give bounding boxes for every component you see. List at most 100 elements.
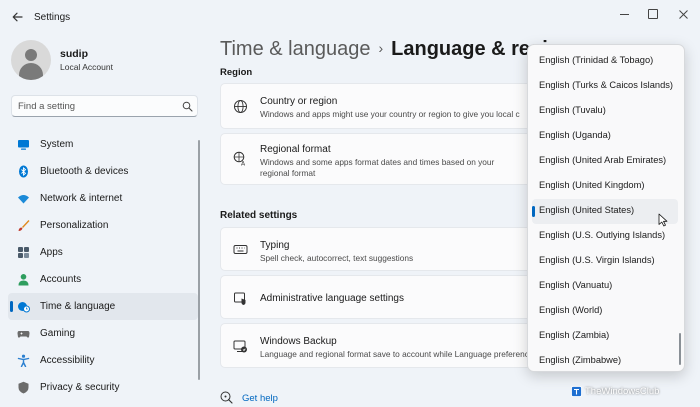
option-label: English (Vanuatu) [539, 280, 613, 290]
dropdown-option[interactable]: English (U.S. Virgin Islands) [532, 249, 678, 274]
breadcrumb-parent[interactable]: Time & language [220, 38, 370, 60]
apps-icon [18, 247, 29, 258]
card-description: Spell check, autocorrect, text suggestio… [260, 253, 414, 263]
admin-language-card[interactable]: Administrative language settings [220, 275, 540, 319]
back-arrow-icon [12, 12, 23, 22]
dropdown-option[interactable]: English (U.S. Outlying Islands) [532, 224, 678, 249]
search-icon [182, 101, 193, 112]
dropdown-option-selected[interactable]: English (United States) [532, 199, 678, 224]
watermark: TheWindowsClub [571, 383, 659, 399]
sidebar-item-label: Network & internet [40, 193, 123, 204]
backup-icon [233, 340, 247, 353]
sidebar-scrollbar[interactable] [198, 140, 200, 380]
help-chat-icon [220, 391, 233, 404]
search-input[interactable] [18, 99, 178, 113]
card-description: Language and regional format save to acc… [260, 349, 529, 359]
sidebar-item-accessibility[interactable]: Accessibility [8, 347, 198, 374]
avatar-shoulders [19, 63, 43, 80]
card-title: Administrative language settings [260, 293, 404, 304]
app-title: Settings [34, 12, 71, 23]
dropdown-option[interactable]: English (Uganda) [532, 124, 678, 149]
avatar-head [25, 49, 37, 61]
option-label: English (Turks & Caicos Islands) [539, 80, 673, 90]
card-title: Country or region [260, 96, 338, 107]
windows-backup-card[interactable]: Windows Backup Language and regional for… [220, 323, 540, 368]
dropdown-option[interactable]: English (World) [532, 299, 678, 324]
sidebar-item-personalization[interactable]: Personalization [8, 212, 198, 239]
country-region-card[interactable]: Country or region Windows and apps might… [220, 83, 540, 129]
option-label: English (United States) [539, 205, 635, 215]
shield-icon [18, 381, 29, 394]
watermark-logo-icon [571, 385, 582, 397]
sidebar-item-gaming[interactable]: Gaming [8, 320, 198, 347]
bluetooth-icon [19, 165, 28, 178]
close-icon [678, 9, 688, 19]
dropdown-option[interactable]: English (Vanuatu) [532, 274, 678, 299]
search-box[interactable] [11, 95, 198, 117]
sidebar-item-label: Gaming [40, 328, 76, 339]
card-title: Windows Backup [260, 336, 337, 347]
get-help-label: Get help [242, 393, 278, 404]
account-type: Local Account [60, 62, 113, 72]
dropdown-scrollbar[interactable] [679, 333, 681, 365]
minimize-button[interactable] [612, 6, 636, 22]
svg-text:A: A [241, 161, 246, 167]
sidebar-nav: System Bluetooth & devices Network & int… [8, 131, 198, 401]
sidebar-item-accounts[interactable]: Accounts [8, 266, 198, 293]
sidebar-item-network[interactable]: Network & internet [8, 185, 198, 212]
watermark-text: TheWindowsClub [585, 385, 660, 397]
option-label: English (United Arab Emirates) [539, 155, 667, 165]
dropdown-option[interactable]: English (Trinidad & Tobago) [532, 49, 678, 74]
regional-format-card[interactable]: A Regional format Windows and some apps … [220, 133, 540, 185]
regional-format-icon: A [233, 151, 246, 167]
dropdown-option[interactable]: English (United Kingdom) [532, 174, 678, 199]
section-heading-region: Region [220, 67, 253, 78]
option-label: English (United Kingdom) [539, 180, 645, 190]
sidebar-item-time-language[interactable]: Time & language [8, 293, 198, 320]
monitor-icon [18, 140, 29, 150]
breadcrumb: Time & language › Language & regi [220, 38, 548, 61]
dropdown-option[interactable]: English (United Arab Emirates) [532, 149, 678, 174]
option-label: English (Uganda) [539, 130, 611, 140]
maximize-button[interactable] [641, 6, 665, 22]
card-title: Typing [260, 240, 290, 251]
sidebar-item-apps[interactable]: Apps [8, 239, 198, 266]
avatar[interactable] [11, 40, 51, 80]
dropdown-option[interactable]: English (Turks & Caicos Islands) [532, 74, 678, 99]
option-label: English (Zambia) [539, 330, 610, 340]
sidebar-item-label: Apps [40, 247, 63, 258]
country-region-dropdown[interactable]: English (Trinidad & Tobago) English (Tur… [527, 44, 685, 372]
sidebar-item-label: System [40, 139, 74, 150]
sidebar-item-system[interactable]: System [8, 131, 198, 158]
sidebar-item-privacy[interactable]: Privacy & security [8, 374, 198, 401]
typing-card[interactable]: Typing Spell check, autocorrect, text su… [220, 227, 540, 271]
title-bar: Settings [0, 0, 700, 32]
brush-icon [18, 220, 30, 231]
gamepad-icon [17, 331, 30, 338]
option-label: English (Zimbabwe) [539, 355, 622, 365]
option-label: English (Trinidad & Tobago) [539, 55, 654, 65]
dropdown-option[interactable]: English (Zimbabwe) [532, 349, 678, 371]
page-title: Language & regi [391, 38, 548, 60]
close-button[interactable] [671, 6, 695, 22]
sidebar-item-label: Time & language [40, 301, 116, 312]
option-label: English (Tuvalu) [539, 105, 606, 115]
back-button[interactable] [8, 8, 26, 26]
sidebar-item-label: Accounts [40, 274, 82, 285]
dropdown-option[interactable]: English (Tuvalu) [532, 99, 678, 124]
sidebar-item-bluetooth[interactable]: Bluetooth & devices [8, 158, 198, 185]
card-description: Windows and some apps format dates and t… [260, 157, 495, 178]
wifi-icon [18, 195, 29, 204]
sidebar-item-label: Bluetooth & devices [40, 166, 129, 177]
mouse-cursor-icon [658, 213, 668, 227]
sidebar-item-label: Accessibility [40, 355, 95, 366]
breadcrumb-separator: › [378, 40, 384, 56]
sidebar-item-label: Personalization [40, 220, 109, 231]
section-heading-related: Related settings [220, 210, 298, 221]
globe-clock-icon [18, 302, 30, 313]
dropdown-options: English (Trinidad & Tobago) English (Tur… [532, 49, 678, 371]
accessibility-icon [17, 354, 30, 367]
sidebar-item-label: Privacy & security [40, 382, 120, 393]
dropdown-option[interactable]: English (Zambia) [532, 324, 678, 349]
card-description: Windows and apps might use your country … [260, 109, 520, 119]
